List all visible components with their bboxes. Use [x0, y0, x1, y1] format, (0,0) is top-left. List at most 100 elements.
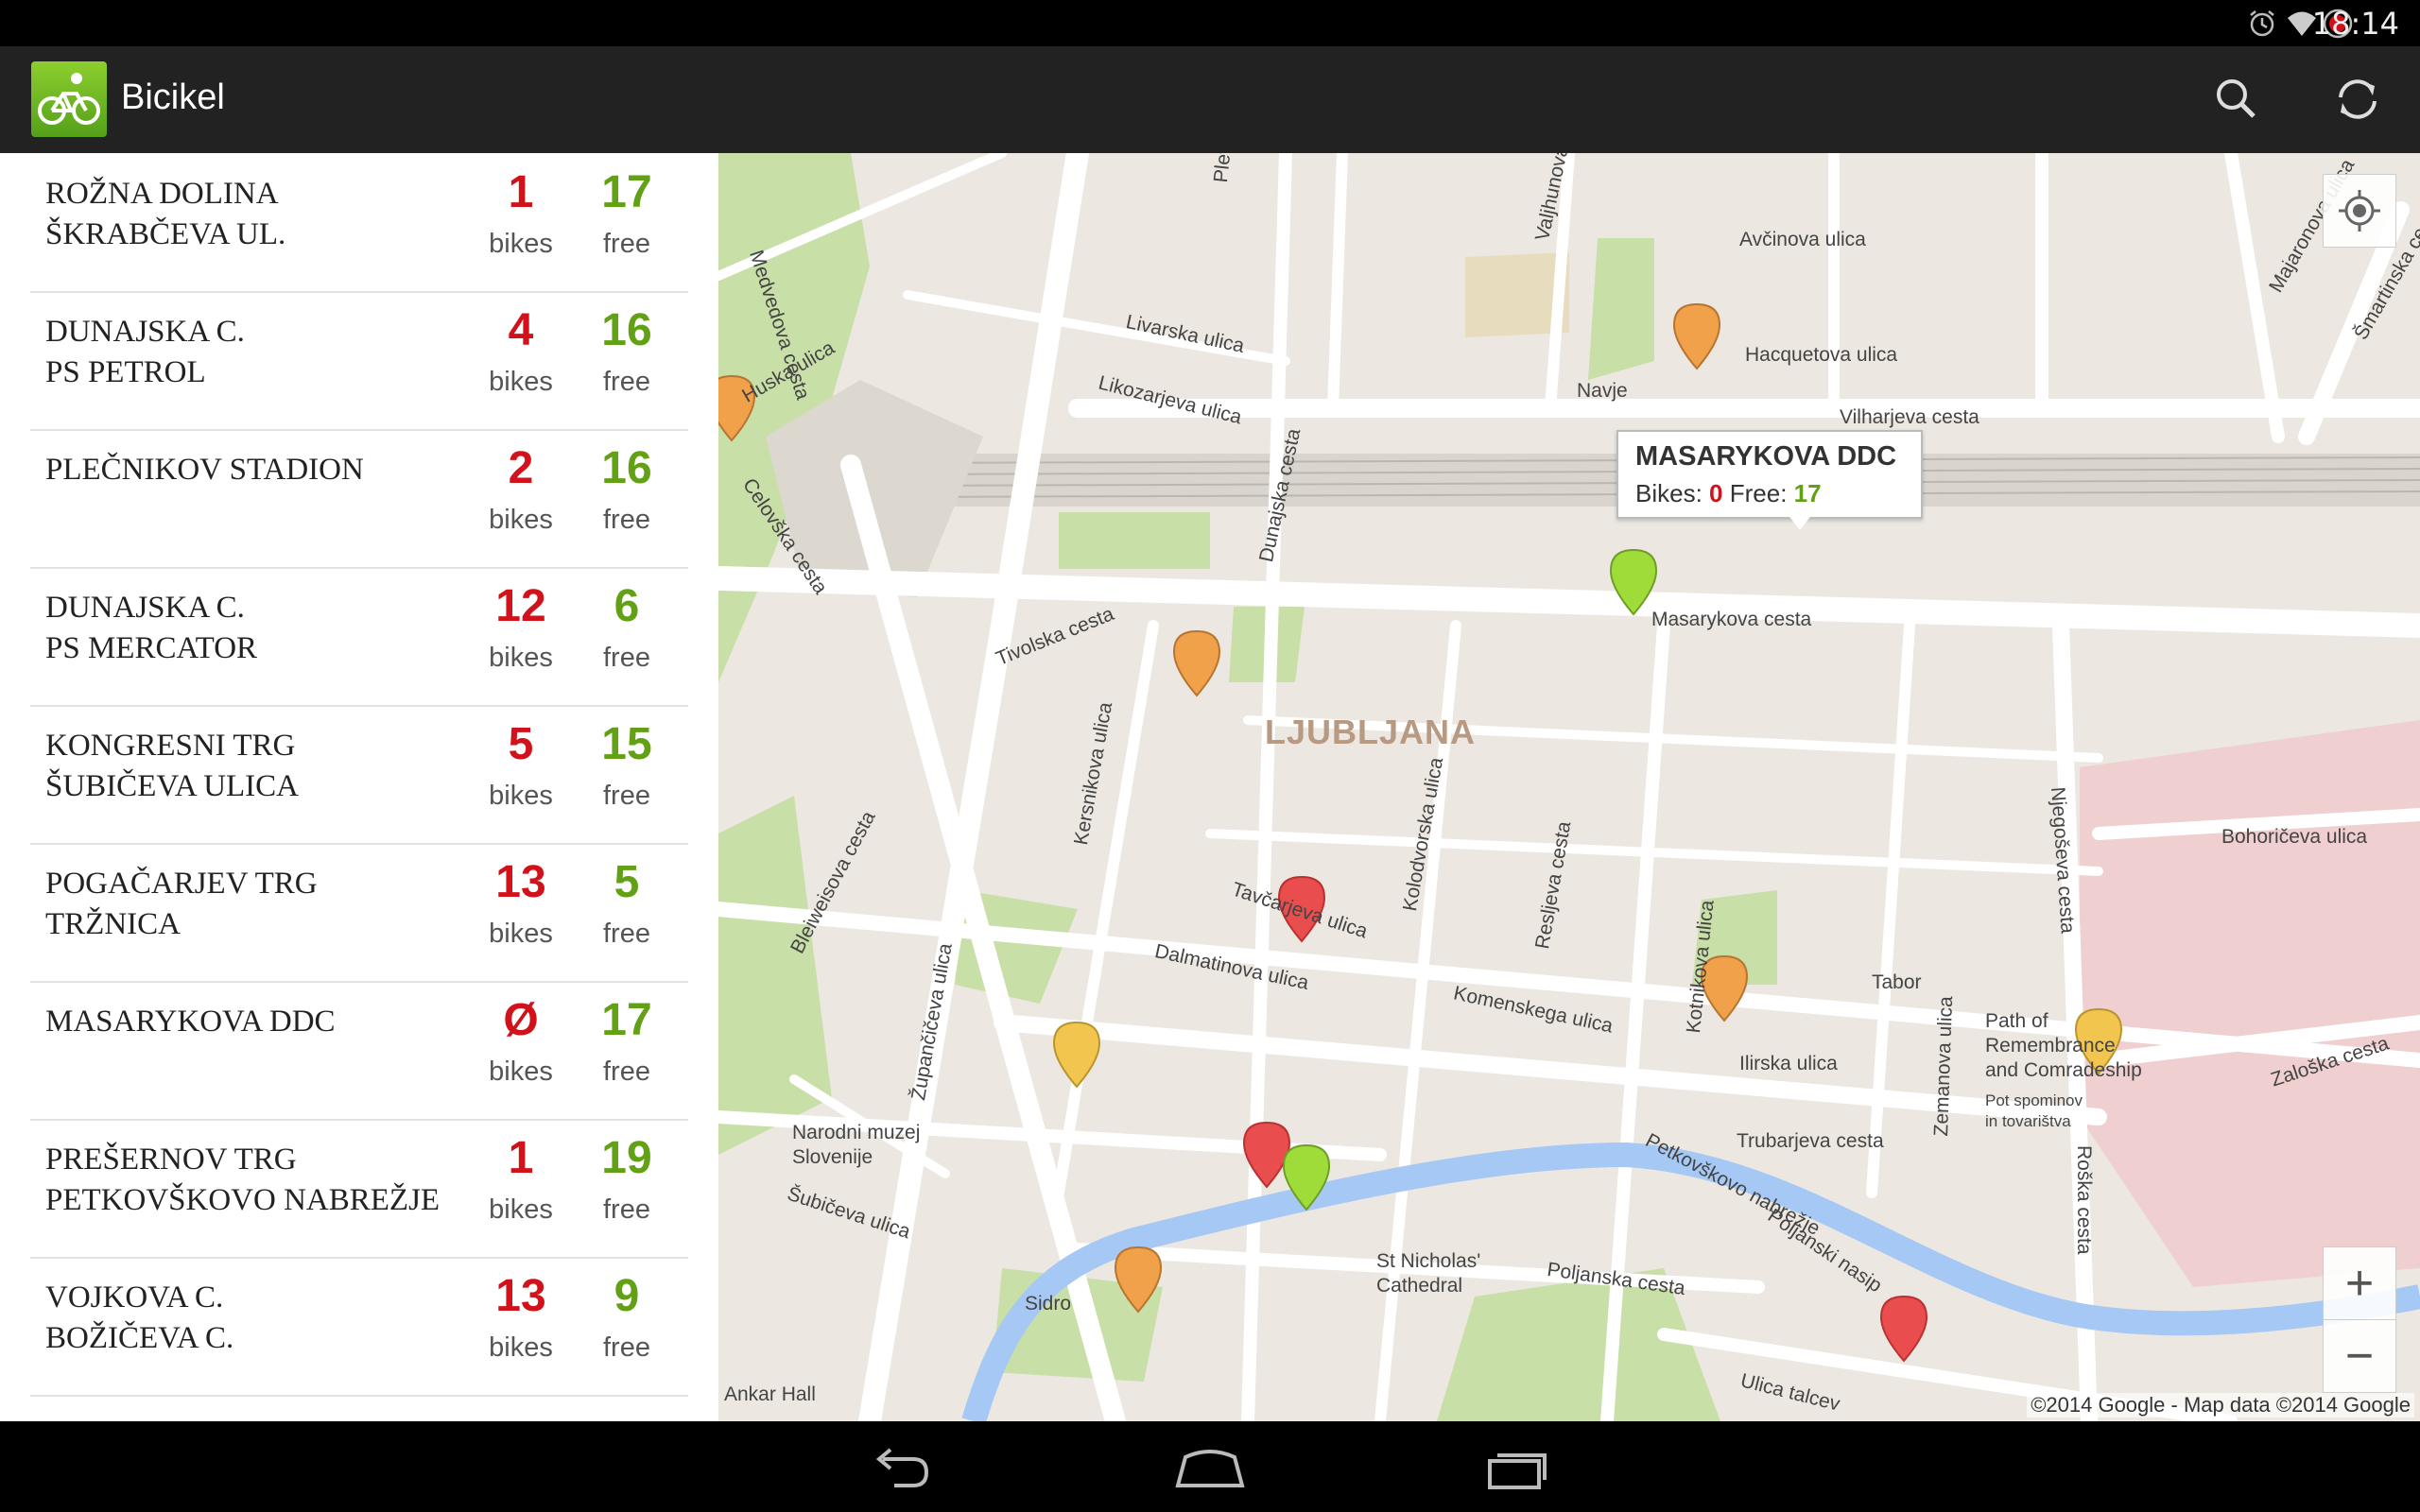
free-count: 17 — [601, 167, 652, 217]
bikes-label: bikes — [489, 505, 553, 535]
station-row[interactable]: DUNAJSKA C. PS MERCATOR 12 6 bikes free — [30, 567, 688, 707]
my-location-button[interactable] — [2323, 174, 2396, 248]
station-name: POGAČARJEV TRG TRŽNICA — [45, 867, 318, 941]
station-name: PREŠERNOV TRG PETKOVŠKOVO NABREŽJE — [45, 1143, 441, 1217]
refresh-icon — [2339, 79, 2377, 119]
station-row[interactable]: PREŠERNOV TRG PETKOVŠKOVO NABREŽJE 1 19 … — [30, 1119, 688, 1259]
navigation-bar — [0, 1421, 2420, 1512]
free-count: 16 — [601, 305, 652, 355]
poi-label: Pot spominov in tovarištva — [1985, 1091, 2083, 1130]
map-canvas — [718, 153, 2420, 1421]
bikes-count: 13 — [495, 1271, 546, 1321]
zoom-in-button[interactable]: + — [2323, 1246, 2396, 1320]
free-label: free — [603, 781, 650, 811]
street-label: Bohoričeva ulica — [2221, 826, 2368, 848]
free-label: free — [603, 505, 650, 535]
zoom-out-button[interactable]: − — [2323, 1319, 2396, 1393]
station-row[interactable]: ROŽNA DOLINA ŠKRABČEVA UL. 1 17 bikes fr… — [30, 153, 688, 293]
station-name: VOJKOVA C. BOŽIČEVA C. — [45, 1280, 234, 1355]
city-label: LJUBLJANA — [1265, 713, 1477, 751]
free-count: 15 — [601, 719, 652, 769]
bikes-count: 1 — [508, 167, 534, 217]
my-location-icon — [2339, 190, 2380, 232]
poi-label: Path of Remembrance and Comradeship — [1985, 1010, 2142, 1081]
bikes-label: bikes — [489, 643, 553, 673]
street-label: Masarykova cesta — [1651, 609, 1812, 630]
info-bikes-label: Bikes: — [1635, 479, 1703, 507]
map-view[interactable]: Medvedova cesta Pleteršnikova ulica Liva… — [718, 153, 2420, 1421]
station-name: MASARYKOVA DDC — [45, 1005, 336, 1039]
home-icon — [1175, 1450, 1245, 1487]
free-label: free — [603, 229, 650, 259]
free-label: free — [603, 643, 650, 673]
alarm-icon — [2250, 10, 2274, 37]
street-label: Trubarjeva cesta — [1737, 1130, 1884, 1152]
free-label: free — [603, 919, 650, 949]
bikes-label: bikes — [489, 1057, 553, 1087]
search-button[interactable] — [2203, 65, 2271, 133]
station-list[interactable]: ROŽNA DOLINA ŠKRABČEVA UL. 1 17 bikes fr… — [0, 153, 718, 1421]
poi-label: St Nicholas' Cathedral — [1376, 1250, 1481, 1297]
street-label: Tabor — [1872, 971, 1922, 993]
street-label: Avčinova ulica — [1739, 229, 1866, 250]
station-row[interactable]: KONGRESNI TRG ŠUBIČEVA ULICA 5 15 bikes … — [30, 705, 688, 845]
action-bar: Bicikel — [0, 46, 2420, 153]
info-window-details: Bikes: 0 Free: 17 — [1635, 479, 1822, 508]
back-icon — [875, 1448, 929, 1487]
station-name: KONGRESNI TRG ŠUBIČEVA ULICA — [45, 729, 300, 803]
bikes-count: 13 — [495, 857, 546, 907]
zoom-in-label: + — [2344, 1256, 2375, 1311]
street-label: Navje — [1577, 380, 1628, 402]
free-count: 5 — [614, 857, 640, 907]
station-name: PLEČNIKOV STADION — [45, 453, 364, 487]
bikes-label: bikes — [489, 781, 553, 811]
map-copyright: ©2014 Google - Map data ©2014 Google — [2027, 1393, 2414, 1418]
recent-apps-button[interactable] — [1469, 1436, 1564, 1497]
home-button[interactable] — [1163, 1436, 1257, 1497]
refresh-button[interactable] — [2324, 65, 2392, 133]
station-row[interactable]: POGAČARJEV TRG TRŽNICA 13 5 bikes free — [30, 843, 688, 983]
back-button[interactable] — [856, 1436, 951, 1497]
clock: 18:14 — [2311, 6, 2399, 42]
street-label: Hacquetova ulica — [1745, 344, 1898, 366]
station-name: ROŽNA DOLINA ŠKRABČEVA UL. — [45, 177, 286, 251]
bikes-count: 4 — [508, 305, 534, 355]
free-count: 16 — [601, 443, 652, 493]
bikes-label: bikes — [489, 1194, 553, 1225]
marker-info-window[interactable]: MASARYKOVA DDC Bikes: 0 Free: 17 — [1616, 430, 1923, 519]
bikes-label: bikes — [489, 1332, 553, 1363]
street-label: Ilirska ulica — [1739, 1053, 1838, 1074]
free-label: free — [603, 1332, 650, 1363]
bicycle-icon[interactable] — [31, 61, 107, 137]
app-title: Bicikel — [121, 77, 225, 117]
station-row[interactable]: DUNAJSKA C. PS PETROL 4 16 bikes free — [30, 291, 688, 431]
status-bar: 18:14 — [0, 0, 2420, 46]
poi-label: Sidro — [1025, 1293, 1072, 1314]
bikes-count: 1 — [508, 1133, 534, 1183]
bikes-count: 12 — [495, 581, 546, 631]
station-name: DUNAJSKA C. PS PETROL — [45, 315, 245, 389]
bikes-label: bikes — [489, 919, 553, 949]
street-label: Roška cesta — [2073, 1145, 2095, 1255]
free-count: 9 — [614, 1271, 640, 1321]
bikes-label: bikes — [489, 229, 553, 259]
free-label: free — [603, 1194, 650, 1225]
bikes-count: 2 — [508, 443, 534, 493]
free-label: free — [603, 367, 650, 397]
free-label: free — [603, 1057, 650, 1087]
info-bikes-value: 0 — [1709, 479, 1723, 507]
street-label: Vilharjeva cesta — [1840, 406, 1979, 428]
poi-label: Narodni muzej Slovenije — [792, 1122, 921, 1168]
info-window-pointer — [1787, 513, 1813, 530]
station-row[interactable]: PLEČNIKOV STADION 2 16 bikes free — [30, 429, 688, 569]
bikes-label: bikes — [489, 367, 553, 397]
bikes-count: Ø — [503, 995, 539, 1045]
station-row[interactable]: VOJKOVA C. BOŽIČEVA C. 13 9 bikes free — [30, 1257, 688, 1397]
poi-label: Ankar Hall — [724, 1383, 816, 1405]
free-count: 17 — [601, 995, 652, 1045]
search-icon — [2217, 79, 2256, 118]
info-free-label: Free: — [1729, 479, 1788, 507]
recent-apps-icon — [1488, 1453, 1547, 1489]
info-free-value: 17 — [1793, 479, 1822, 507]
station-row[interactable]: MASARYKOVA DDC Ø 17 bikes free — [30, 981, 688, 1121]
